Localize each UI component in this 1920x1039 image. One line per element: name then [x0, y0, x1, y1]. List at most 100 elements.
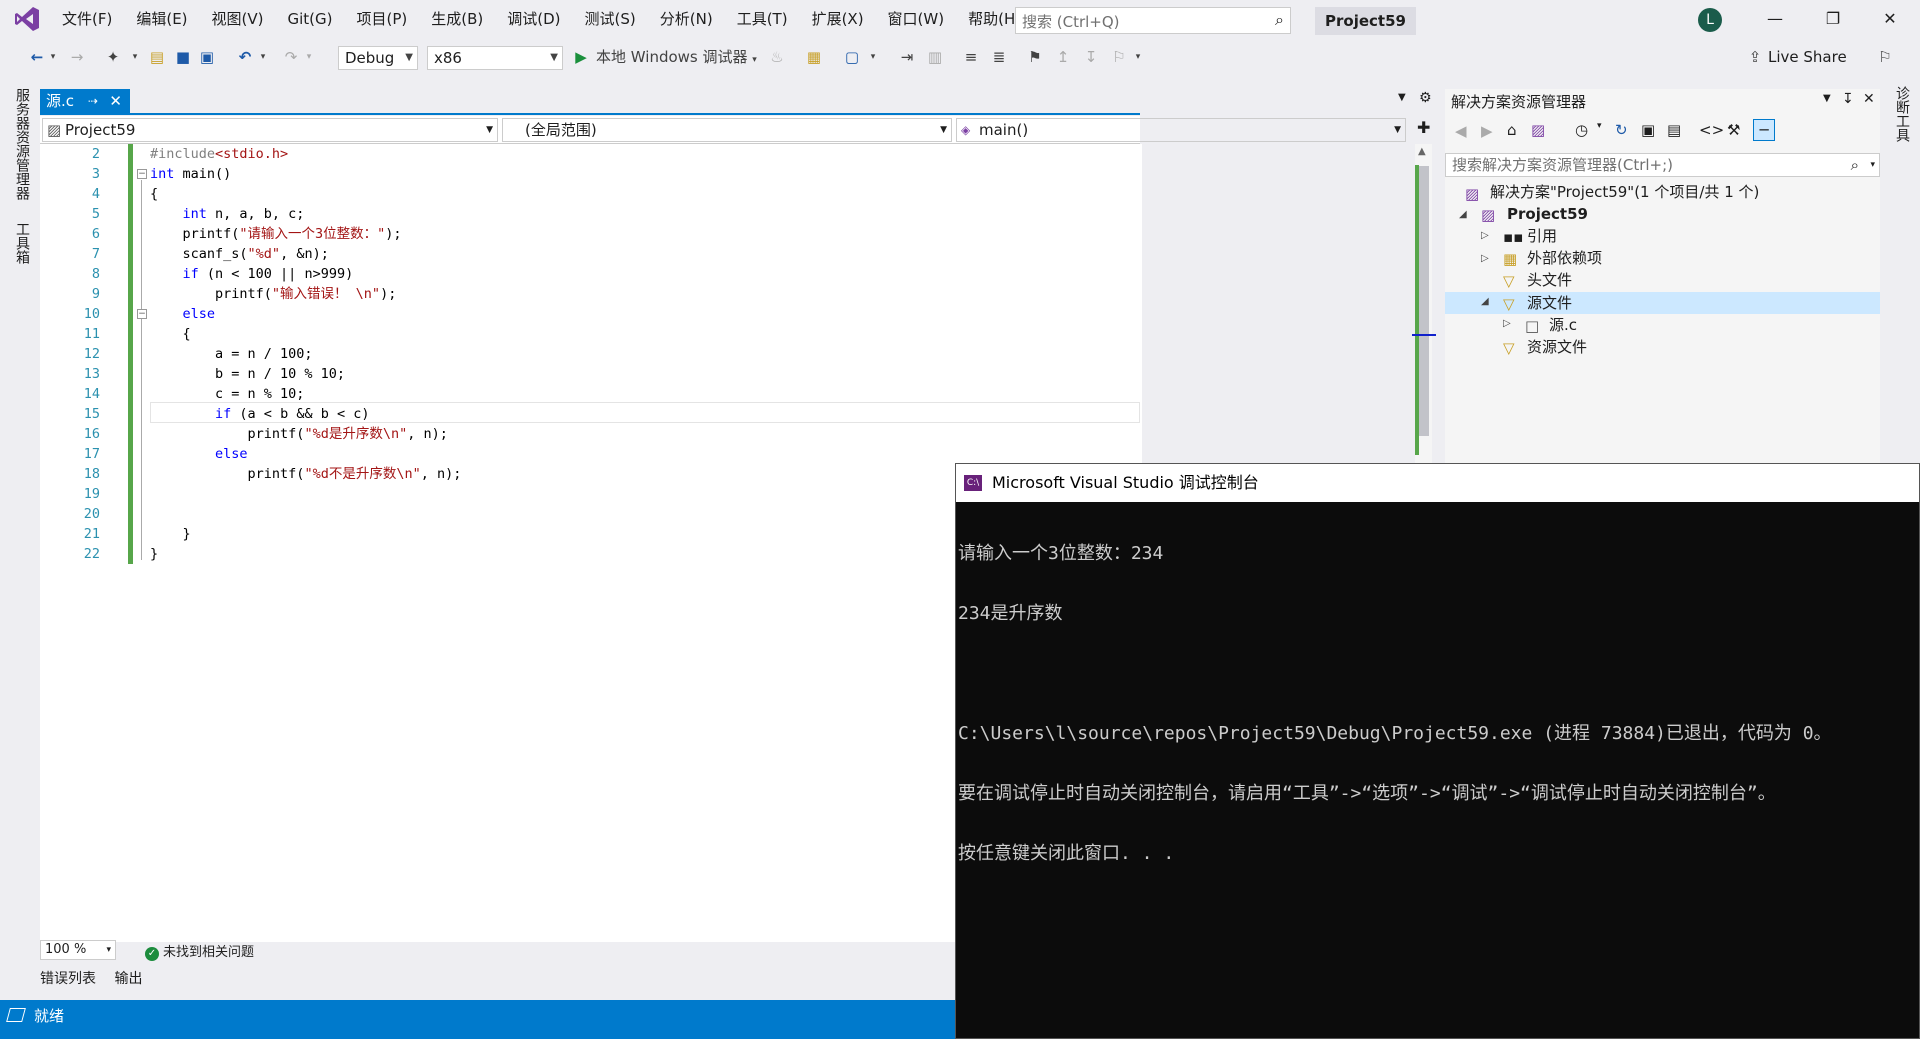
tree-header-files[interactable]: 头文件	[1527, 269, 1572, 291]
bookmark-icon[interactable]: ⚑	[1026, 46, 1044, 68]
menu-analyze[interactable]: 分析(N)	[648, 0, 725, 38]
avatar[interactable]: L	[1698, 8, 1722, 32]
member-select[interactable]: ◈ main() ▼	[956, 118, 1406, 142]
diagnostic-tools-tab[interactable]: 诊断工具	[1890, 86, 1912, 142]
split-view-icon[interactable]: ✚	[1417, 118, 1430, 137]
platform-select[interactable]: x86 ▼	[427, 46, 563, 70]
tab-error-list[interactable]: 错误列表	[40, 971, 96, 987]
forward-icon[interactable]: ▶	[1481, 122, 1493, 140]
clear-bookmarks-icon[interactable]: ⚐	[1110, 46, 1128, 68]
solution-folder-icon[interactable]: ▦	[805, 46, 823, 68]
indent-icon[interactable]: ≡	[962, 46, 980, 68]
tree-project[interactable]: Project59	[1507, 203, 1588, 225]
back-icon[interactable]: ◀	[1455, 122, 1467, 140]
home-icon[interactable]: ⌂	[1507, 121, 1517, 139]
solution-search-input[interactable]: 搜索解决方案资源管理器(Ctrl+;) ⌕ ▾	[1445, 153, 1880, 177]
search-options-icon[interactable]: ▾	[1870, 154, 1875, 176]
menu-extensions[interactable]: 扩展(X)	[800, 0, 876, 38]
tab-source-c[interactable]: 源.c ⇢ ✕	[40, 89, 130, 113]
tree-source-c[interactable]: 源.c	[1549, 314, 1577, 336]
start-debug-icon[interactable]: ▶	[572, 46, 590, 68]
close-icon[interactable]: ✕	[1863, 91, 1875, 107]
sync-icon[interactable]: ↻	[1615, 121, 1628, 139]
panel-dropdown-icon[interactable]: ▼	[1823, 93, 1831, 104]
server-explorer-tab[interactable]: 服务器资源管理器	[10, 88, 32, 228]
hot-reload-icon[interactable]: ♨	[770, 46, 784, 68]
restore-button[interactable]: ❐	[1813, 6, 1853, 32]
save-icon[interactable]: ■	[174, 46, 192, 68]
configuration-select[interactable]: Debug ▼	[338, 46, 418, 70]
back-dropdown-icon[interactable]: ▾	[48, 46, 58, 68]
redo-dropdown-icon[interactable]: ▾	[304, 46, 314, 68]
open-folder-icon[interactable]: ▤	[148, 46, 166, 68]
forward-icon[interactable]: →	[68, 46, 86, 68]
global-scope-select[interactable]: (全局范围) ▼	[502, 118, 952, 142]
minimize-button[interactable]: —	[1755, 6, 1795, 32]
start-debugger-button[interactable]: 本地 Windows 调试器 ▾	[596, 46, 766, 68]
tree-references[interactable]: 引用	[1527, 225, 1557, 247]
close-icon[interactable]: ✕	[109, 89, 122, 113]
scroll-up-icon[interactable]: ▲	[1418, 146, 1426, 157]
expanded-arrow-icon[interactable]: ◢	[1481, 296, 1489, 307]
tree-resource-files[interactable]: 资源文件	[1527, 336, 1587, 358]
step-icon[interactable]: ⇥	[898, 46, 916, 68]
menu-build[interactable]: 生成(B)	[419, 0, 495, 38]
pending-changes-icon[interactable]: ◷	[1575, 121, 1588, 139]
new-dropdown-icon[interactable]: ▾	[130, 46, 140, 68]
prev-bookmark-icon[interactable]: ↥	[1054, 46, 1072, 68]
issues-indicator[interactable]: ✓ 未找到相关问题	[145, 941, 254, 961]
project-scope-select[interactable]: ▨ Project59 ▼	[42, 118, 498, 142]
back-icon[interactable]: ←	[28, 46, 46, 68]
debug-console-window[interactable]: C:\ Microsoft Visual Studio 调试控制台 请输入一个3…	[955, 463, 1920, 1039]
tree-source-files[interactable]: 源文件	[1527, 292, 1572, 314]
menu-file[interactable]: 文件(F)	[50, 0, 124, 38]
tree-external-dependencies[interactable]: 外部依赖项	[1527, 247, 1602, 269]
menu-debug[interactable]: 调试(D)	[495, 0, 572, 38]
feedback-icon[interactable]: ⚐	[1875, 46, 1895, 68]
console-title-bar[interactable]: C:\ Microsoft Visual Studio 调试控制台	[956, 464, 1919, 502]
menu-view[interactable]: 视图(V)	[200, 0, 276, 38]
zoom-select[interactable]: 100 % ▾	[40, 940, 116, 960]
view-code-icon[interactable]: <>	[1699, 121, 1724, 139]
save-all-icon[interactable]: ▣	[198, 46, 216, 68]
show-all-files-icon[interactable]: ▤	[1667, 121, 1681, 139]
pending-dropdown-icon[interactable]: ▾	[1597, 121, 1602, 131]
menu-edit[interactable]: 编辑(E)	[124, 0, 199, 38]
pin-icon[interactable]: ↧	[1842, 91, 1854, 107]
scrollbar-thumb[interactable]	[1418, 166, 1429, 436]
toolbox-tab[interactable]: 工具箱	[10, 222, 32, 282]
redo-icon[interactable]: ↷	[282, 46, 300, 68]
collapse-icon[interactable]: −	[137, 309, 147, 319]
settings-gear-icon[interactable]: ⚙	[1419, 90, 1432, 106]
switch-views-icon[interactable]: ▨	[1531, 121, 1545, 139]
menu-tools[interactable]: 工具(T)	[725, 0, 800, 38]
new-project-icon[interactable]: ✦	[104, 46, 122, 68]
close-window-button[interactable]: ✕	[1870, 6, 1910, 32]
menu-test[interactable]: 测试(S)	[573, 0, 648, 38]
menu-project[interactable]: 项目(P)	[345, 0, 420, 38]
undo-icon[interactable]: ↶	[236, 46, 254, 68]
collapse-all-icon[interactable]: ▣	[1641, 121, 1655, 139]
browser-dropdown-icon[interactable]: ▾	[868, 46, 878, 68]
collapsed-arrow-icon[interactable]: ▷	[1481, 253, 1489, 264]
preview-selected-icon[interactable]: ─	[1753, 119, 1775, 141]
menu-window[interactable]: 窗口(W)	[876, 0, 957, 38]
expanded-arrow-icon[interactable]: ◢	[1459, 209, 1467, 220]
collapsed-arrow-icon[interactable]: ▷	[1481, 230, 1489, 241]
view-browser-icon[interactable]: ▢	[843, 46, 861, 68]
menu-git[interactable]: Git(G)	[276, 0, 345, 38]
tree-solution[interactable]: 解决方案"Project59"(1 个项目/共 1 个)	[1490, 181, 1759, 203]
collapsed-arrow-icon[interactable]: ▷	[1503, 318, 1511, 329]
tab-list-dropdown-icon[interactable]: ▼	[1398, 92, 1406, 103]
outdent-icon[interactable]: ≣	[990, 46, 1008, 68]
search-input[interactable]: 搜索 (Ctrl+Q) ⌕	[1015, 7, 1291, 34]
toolbar-overflow-icon[interactable]: ▾	[1132, 46, 1144, 68]
collapse-icon[interactable]: −	[137, 169, 147, 179]
undo-dropdown-icon[interactable]: ▾	[258, 46, 268, 68]
live-share-button[interactable]: Live Share	[1768, 46, 1848, 68]
layout-icon[interactable]: ▥	[926, 46, 944, 68]
tab-output[interactable]: 输出	[114, 971, 142, 987]
pin-icon[interactable]: ⇢	[88, 89, 98, 113]
properties-wrench-icon[interactable]: ⚒	[1727, 121, 1740, 139]
next-bookmark-icon[interactable]: ↧	[1082, 46, 1100, 68]
